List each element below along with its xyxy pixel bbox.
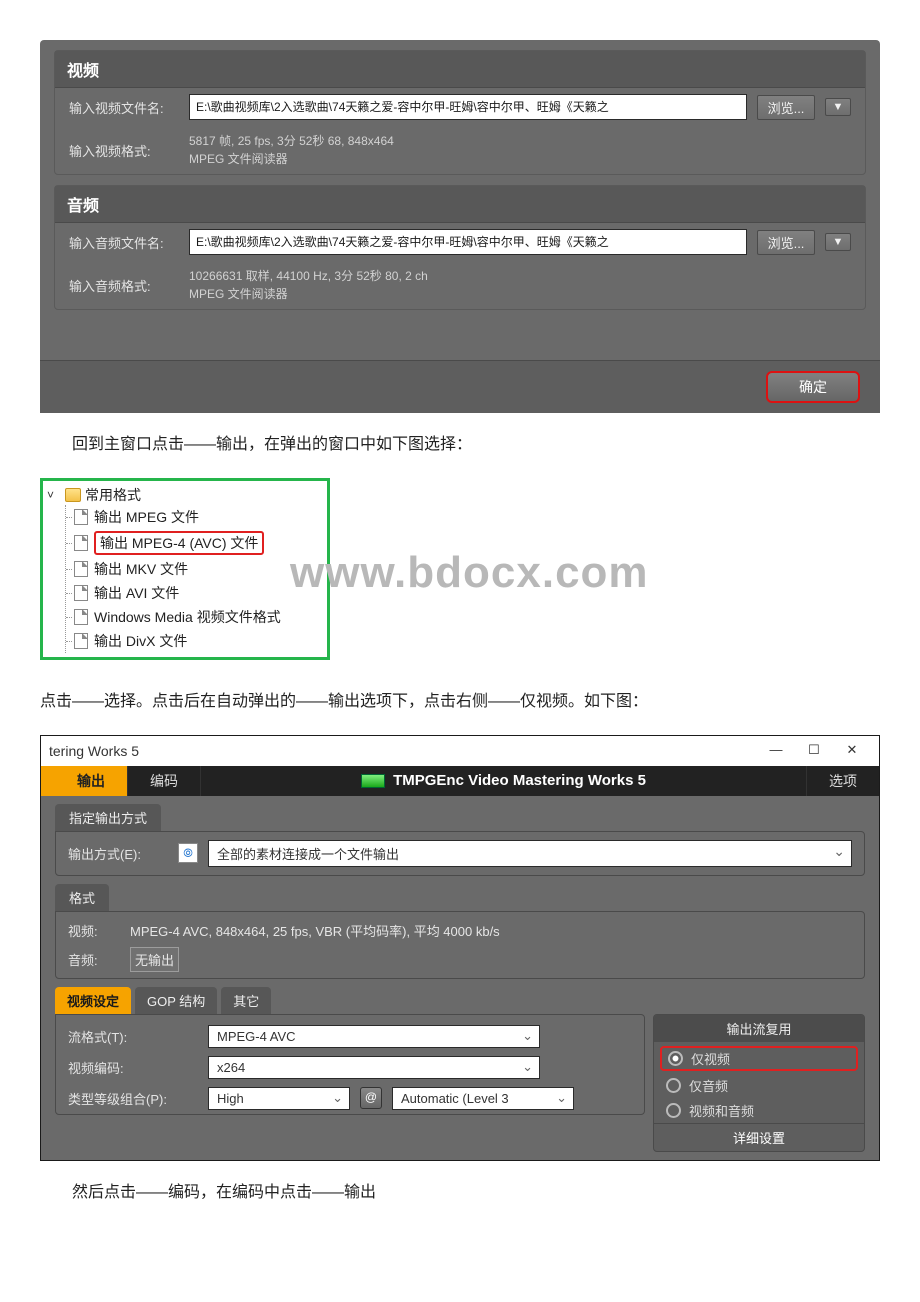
audio-format-value: 10266631 取样, 44100 Hz, 3分 52秒 80, 2 ch M… (189, 267, 851, 303)
video-format-label: 输入视频格式: (69, 141, 179, 160)
output-mux-panel: 输出流复用 仅视频 仅音频 视频和音频 详细设置 (653, 1014, 865, 1152)
format-video-label: 视频: (68, 921, 120, 940)
folder-icon (65, 488, 81, 502)
video-format-value: 5817 帧, 25 fps, 3分 52秒 68, 848x464 MPEG … (189, 132, 851, 168)
tree-root-label: 常用格式 (85, 485, 141, 505)
radio-video-audio[interactable]: 视频和音频 (654, 1098, 864, 1123)
stream-format-select[interactable]: MPEG-4 AVC (208, 1025, 540, 1048)
format-audio-value: 无输出 (130, 947, 179, 972)
at-button[interactable]: @ (360, 1087, 382, 1109)
output-mode-select[interactable]: 全部的素材连接成一个文件输出 (208, 840, 852, 867)
tree-item-avi[interactable]: 输出 AVI 文件 (72, 581, 323, 605)
settings-tab-bar: 视频设定 GOP 结构 其它 (55, 987, 865, 1014)
level-select[interactable]: Automatic (Level 3 (392, 1087, 574, 1110)
radio-icon (668, 1051, 683, 1066)
tree-item-mpeg4-avc[interactable]: 输出 MPEG-4 (AVC) 文件 (72, 529, 323, 557)
maximize-button[interactable]: ☐ (795, 740, 833, 762)
titlebar: tering Works 5 — ☐ ✕ (41, 736, 879, 766)
video-section-title: 视频 (55, 51, 865, 88)
file-icon (74, 609, 88, 625)
format-group: 格式 视频: MPEG-4 AVC, 848x464, 25 fps, VBR … (55, 884, 865, 979)
format-audio-label: 音频: (68, 950, 120, 969)
media-input-panel: 视频 输入视频文件名: E:\歌曲视频库\2入选歌曲\74天籁之爱-容中尔甲-旺… (40, 40, 880, 413)
file-icon (74, 561, 88, 577)
format-tree: ˅ 常用格式 输出 MPEG 文件 输出 MPEG-4 (AVC) 文件 输出 … (40, 478, 330, 660)
tab-options[interactable]: 选项 (806, 766, 879, 796)
audio-section-title: 音频 (55, 186, 865, 223)
audio-browse-button[interactable]: 浏览... (757, 230, 815, 255)
audio-format-label: 输入音频格式: (69, 276, 179, 295)
chevron-down-icon[interactable]: ˅ (47, 488, 61, 502)
radio-icon (666, 1103, 681, 1118)
file-icon (74, 535, 88, 551)
instruction-2: 点击——选择。点击后在自动弹出的——输出选项下，点击右侧——仅视频。如下图： (40, 688, 880, 717)
tmpg-window: tering Works 5 — ☐ ✕ 输出 编码 TMPGEnc Video… (40, 735, 880, 1161)
tab-output[interactable]: 输出 (55, 766, 128, 796)
brand-area: TMPGEnc Video Mastering Works 5 (201, 766, 806, 796)
sub-tab-other[interactable]: 其它 (221, 987, 271, 1014)
close-button[interactable]: ✕ (833, 740, 871, 762)
detail-settings-button[interactable]: 详细设置 (733, 1131, 785, 1146)
sub-tab-video[interactable]: 视频设定 (55, 987, 131, 1014)
audio-section: 音频 输入音频文件名: E:\歌曲视频库\2入选歌曲\74天籁之爱-容中尔甲-旺… (54, 185, 866, 310)
video-encoder-select[interactable]: x264 (208, 1056, 540, 1079)
audio-browse-dropdown[interactable]: ▼ (825, 233, 851, 251)
mux-panel-title: 输出流复用 (654, 1015, 864, 1042)
tree-item-mpeg[interactable]: 输出 MPEG 文件 (72, 505, 323, 529)
radio-video-only[interactable]: 仅视频 (660, 1046, 858, 1071)
stream-format-label: 流格式(T): (68, 1027, 198, 1046)
radio-audio-only[interactable]: 仅音频 (654, 1073, 864, 1098)
video-section: 视频 输入视频文件名: E:\歌曲视频库\2入选歌曲\74天籁之爱-容中尔甲-旺… (54, 50, 866, 175)
format-group-title: 格式 (55, 884, 109, 911)
watermark-text: www.bdocx.com (290, 548, 649, 598)
tree-item-wmv[interactable]: Windows Media 视频文件格式 (72, 605, 323, 629)
audio-file-label: 输入音频文件名: (69, 233, 179, 252)
brand-logo-icon (361, 774, 385, 788)
video-file-input[interactable]: E:\歌曲视频库\2入选歌曲\74天籁之爱-容中尔甲-旺姆\容中尔甲、旺姆《天籁… (189, 94, 747, 120)
profile-label: 类型等级组合(P): (68, 1089, 198, 1108)
format-video-value: MPEG-4 AVC, 848x464, 25 fps, VBR (平均码率),… (130, 918, 852, 943)
ok-button[interactable]: 确定 (766, 371, 860, 403)
instruction-1: 回到主窗口点击——输出，在弹出的窗口中如下图选择： (40, 431, 880, 460)
top-tab-bar: 输出 编码 TMPGEnc Video Mastering Works 5 选项 (41, 766, 879, 796)
link-icon: ⦾ (178, 843, 198, 863)
tree-item-divx[interactable]: 输出 DivX 文件 (72, 629, 323, 653)
window-title: tering Works 5 (49, 743, 757, 759)
spec-group-title: 指定输出方式 (55, 804, 161, 831)
instruction-3: 然后点击——编码，在编码中点击——输出 (40, 1179, 880, 1208)
tree-item-mkv[interactable]: 输出 MKV 文件 (72, 557, 323, 581)
video-settings-panel: 流格式(T): MPEG-4 AVC 视频编码: x264 类型等级组合(P):… (55, 1014, 645, 1115)
brand-text: TMPGEnc Video Mastering Works 5 (393, 772, 646, 789)
radio-icon (666, 1078, 681, 1093)
video-browse-dropdown[interactable]: ▼ (825, 98, 851, 116)
file-icon (74, 509, 88, 525)
minimize-button[interactable]: — (757, 740, 795, 762)
profile-select[interactable]: High (208, 1087, 350, 1110)
video-browse-button[interactable]: 浏览... (757, 95, 815, 120)
spec-label: 输出方式(E): (68, 844, 168, 863)
video-file-label: 输入视频文件名: (69, 98, 179, 117)
output-spec-group: 指定输出方式 输出方式(E): ⦾ 全部的素材连接成一个文件输出 (55, 804, 865, 876)
video-encoder-label: 视频编码: (68, 1058, 198, 1077)
audio-file-input[interactable]: E:\歌曲视频库\2入选歌曲\74天籁之爱-容中尔甲-旺姆\容中尔甲、旺姆《天籁… (189, 229, 747, 255)
tree-root[interactable]: ˅ 常用格式 (47, 485, 323, 505)
file-icon (74, 585, 88, 601)
file-icon (74, 633, 88, 649)
panel-footer: 确定 (40, 360, 880, 413)
sub-tab-gop[interactable]: GOP 结构 (135, 987, 217, 1014)
tab-encode[interactable]: 编码 (128, 766, 201, 796)
